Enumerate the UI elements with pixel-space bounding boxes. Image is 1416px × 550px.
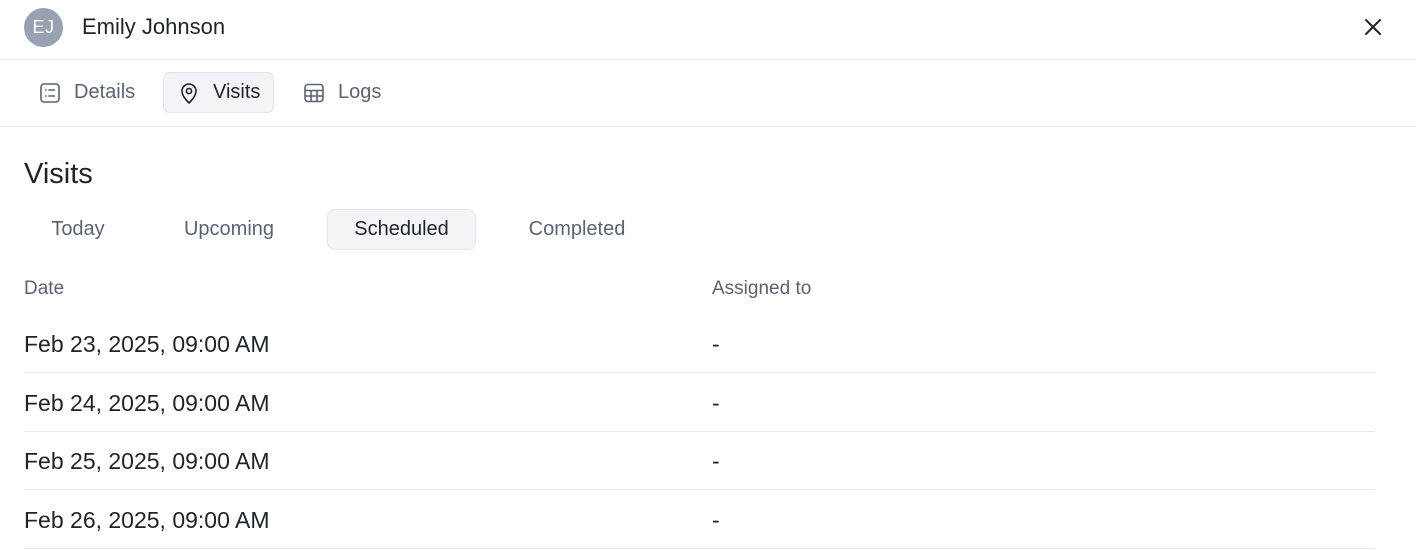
visit-assigned: - (712, 390, 720, 416)
section-title: Visits (24, 158, 93, 190)
tab-details-label: Details (74, 81, 136, 103)
avatar: EJ (24, 8, 63, 47)
tab-visits[interactable]: Visits (163, 72, 275, 113)
nav-tabs: Details Visits Logs (0, 60, 1416, 127)
tab-details[interactable]: Details (25, 72, 148, 113)
table-row[interactable]: Feb 26, 2025, 09:00 AM - (24, 490, 1375, 549)
table-icon (304, 83, 324, 102)
table-row[interactable]: Feb 23, 2025, 09:00 AM - (24, 314, 1375, 373)
filter-today[interactable]: Today (24, 209, 132, 250)
visit-date: Feb 23, 2025, 09:00 AM (24, 331, 270, 357)
visit-assigned: - (712, 331, 720, 357)
location-pin-icon (181, 82, 197, 104)
visit-date: Feb 26, 2025, 09:00 AM (24, 507, 270, 533)
filter-scheduled[interactable]: Scheduled (327, 209, 476, 250)
column-header-assigned: Assigned to (712, 278, 812, 299)
user-name: Emily Johnson (82, 14, 226, 39)
visit-date: Feb 24, 2025, 09:00 AM (24, 390, 270, 416)
close-icon (1365, 19, 1381, 35)
close-button[interactable] (1358, 12, 1388, 42)
panel-header: EJ Emily Johnson (0, 0, 1416, 60)
list-icon (40, 82, 60, 103)
tab-logs[interactable]: Logs (289, 72, 394, 113)
visit-assigned: - (712, 448, 720, 474)
tab-visits-label: Visits (213, 81, 261, 103)
filter-upcoming[interactable]: Upcoming (157, 209, 301, 250)
visit-assigned: - (712, 507, 720, 533)
filter-completed[interactable]: Completed (503, 209, 651, 250)
visit-date: Feb 25, 2025, 09:00 AM (24, 448, 270, 474)
tab-logs-label: Logs (338, 81, 382, 103)
column-header-date: Date (24, 278, 65, 299)
table-row[interactable]: Feb 24, 2025, 09:00 AM - (24, 373, 1375, 432)
table-row[interactable]: Feb 25, 2025, 09:00 AM - (24, 431, 1375, 490)
